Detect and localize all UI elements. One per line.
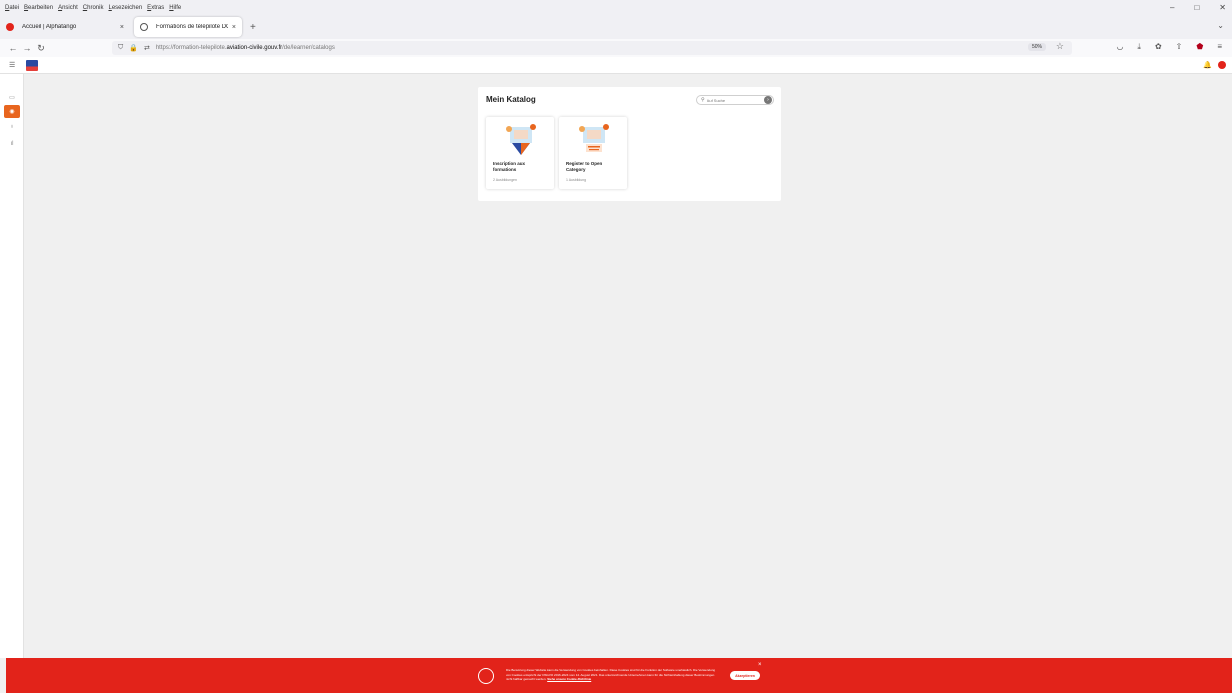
tab-favicon-icon — [6, 23, 14, 31]
search-input[interactable] — [706, 97, 767, 103]
card-title: Register to Open Category — [566, 161, 603, 172]
cookie-banner: Die Benutzung dieser Website kann die Ve… — [6, 658, 1232, 693]
cookie-text: Die Benutzung dieser Website kann die Ve… — [506, 668, 716, 681]
url-text[interactable]: https://formation-telepilote.aviation-ci… — [156, 45, 335, 51]
menu-bearbeiten[interactable]: Bearbeiten — [24, 5, 53, 11]
accept-cookies-button[interactable]: Akzeptieren — [730, 671, 760, 680]
search-go-button[interactable]: › — [764, 96, 772, 104]
arrow-right-icon[interactable]: → — [20, 43, 34, 53]
minimize-icon[interactable]: – — [1170, 3, 1174, 12]
extension-icon[interactable]: ✿ — [1155, 42, 1162, 52]
cookie-icon — [478, 668, 494, 684]
menu-bar: Datei Bearbeiten Ansicht Chronik Lesezei… — [0, 0, 1232, 15]
catalog-card[interactable]: Register to Open Category 1 Ausbildung — [559, 117, 627, 189]
nav-bar: ← → ↻ ⛉ 🔒 ⇄ https://formation-telepilote… — [0, 39, 1232, 57]
home-icon[interactable]: ▭ — [4, 91, 20, 104]
menu-lesezeichen[interactable]: Lesezeichen — [108, 5, 142, 11]
card-title: Inscription aux formations — [493, 161, 526, 172]
new-tab-icon[interactable]: + — [250, 22, 256, 33]
hamburger-icon[interactable]: ☰ — [9, 61, 15, 69]
tab-title: Accueil | Alphatango — [22, 24, 77, 30]
tab-bar: Accueil | Alphatango × Formations de tél… — [0, 15, 1232, 39]
bell-icon[interactable]: 🔔 — [1203, 61, 1212, 69]
reload-icon[interactable]: ↻ — [34, 43, 48, 54]
toolbar-icons: ◡ ⤓ ✿ ⇧ ⬟ ≡ — [1116, 42, 1222, 52]
close-tab-icon[interactable]: × — [120, 24, 124, 31]
course-illustration-icon — [506, 124, 536, 155]
permissions-icon[interactable]: ⇄ — [144, 44, 150, 52]
star-icon[interactable]: ☆ — [1056, 41, 1064, 52]
shield-icon[interactable]: ⛉ — [118, 44, 123, 52]
close-window-icon[interactable]: ✕ — [1219, 3, 1226, 12]
tab-accueil[interactable]: Accueil | Alphatango × — [0, 17, 130, 37]
catalog-card[interactable]: Inscription aux formations 2 Ausbildunge… — [486, 117, 554, 189]
close-icon[interactable]: × — [758, 662, 762, 668]
side-rail: ▭ ◉ ♁ ıl — [0, 74, 24, 658]
menu-hilfe[interactable]: Hilfe — [169, 5, 181, 11]
search-box[interactable]: ⚲ › — [696, 95, 774, 105]
pocket-icon[interactable]: ◡ — [1116, 42, 1123, 52]
menu-chronik[interactable]: Chronik — [83, 5, 104, 11]
course-illustration-icon — [579, 124, 609, 152]
close-tab-icon[interactable]: × — [232, 24, 236, 31]
page-title: Mein Katalog — [486, 95, 536, 104]
catalog-icon[interactable]: ◉ — [4, 105, 20, 118]
chevron-down-icon[interactable]: ⌄ — [1217, 21, 1224, 30]
zoom-level[interactable]: 50% — [1027, 43, 1046, 51]
tab-title: Formations de télépilote DGAC — [156, 24, 228, 30]
share-icon[interactable]: ⇧ — [1176, 42, 1183, 52]
stats-icon[interactable]: ıl — [4, 137, 20, 150]
lock-icon[interactable]: 🔒 — [129, 44, 138, 52]
card-meta: 2 Ausbildungen — [493, 178, 517, 182]
app-header: ☰ 🔔 — [0, 57, 1232, 74]
maximize-icon[interactable]: □ — [1194, 3, 1199, 12]
ublock-icon[interactable]: ⬟ — [1196, 42, 1203, 52]
card-meta: 1 Ausbildung — [566, 178, 587, 182]
avatar[interactable] — [1218, 61, 1226, 69]
catalog-panel: Mein Katalog ⚲ › Inscription aux formati… — [478, 87, 781, 201]
search-icon: ⚲ — [701, 97, 705, 103]
loading-icon — [140, 23, 148, 31]
dgac-logo[interactable] — [26, 60, 38, 71]
tab-formations[interactable]: Formations de télépilote DGAC × — [134, 17, 242, 37]
download-icon[interactable]: ⤓ — [1137, 42, 1141, 52]
arrow-left-icon[interactable]: ← — [6, 43, 20, 53]
menu-extras[interactable]: Extras — [147, 5, 164, 11]
app-menu-icon[interactable]: ≡ — [1217, 42, 1222, 52]
menu-ansicht[interactable]: Ansicht — [58, 5, 78, 11]
menu-datei[interactable]: Datei — [5, 5, 19, 11]
window-controls: – □ ✕ — [1170, 3, 1226, 12]
url-bar[interactable]: ⛉ 🔒 ⇄ https://formation-telepilote.aviat… — [112, 41, 1072, 55]
trophy-icon[interactable]: ♁ — [4, 120, 20, 133]
cookie-policy-link[interactable]: Siehe unsere Cookie-Richtlinie — [547, 677, 591, 681]
